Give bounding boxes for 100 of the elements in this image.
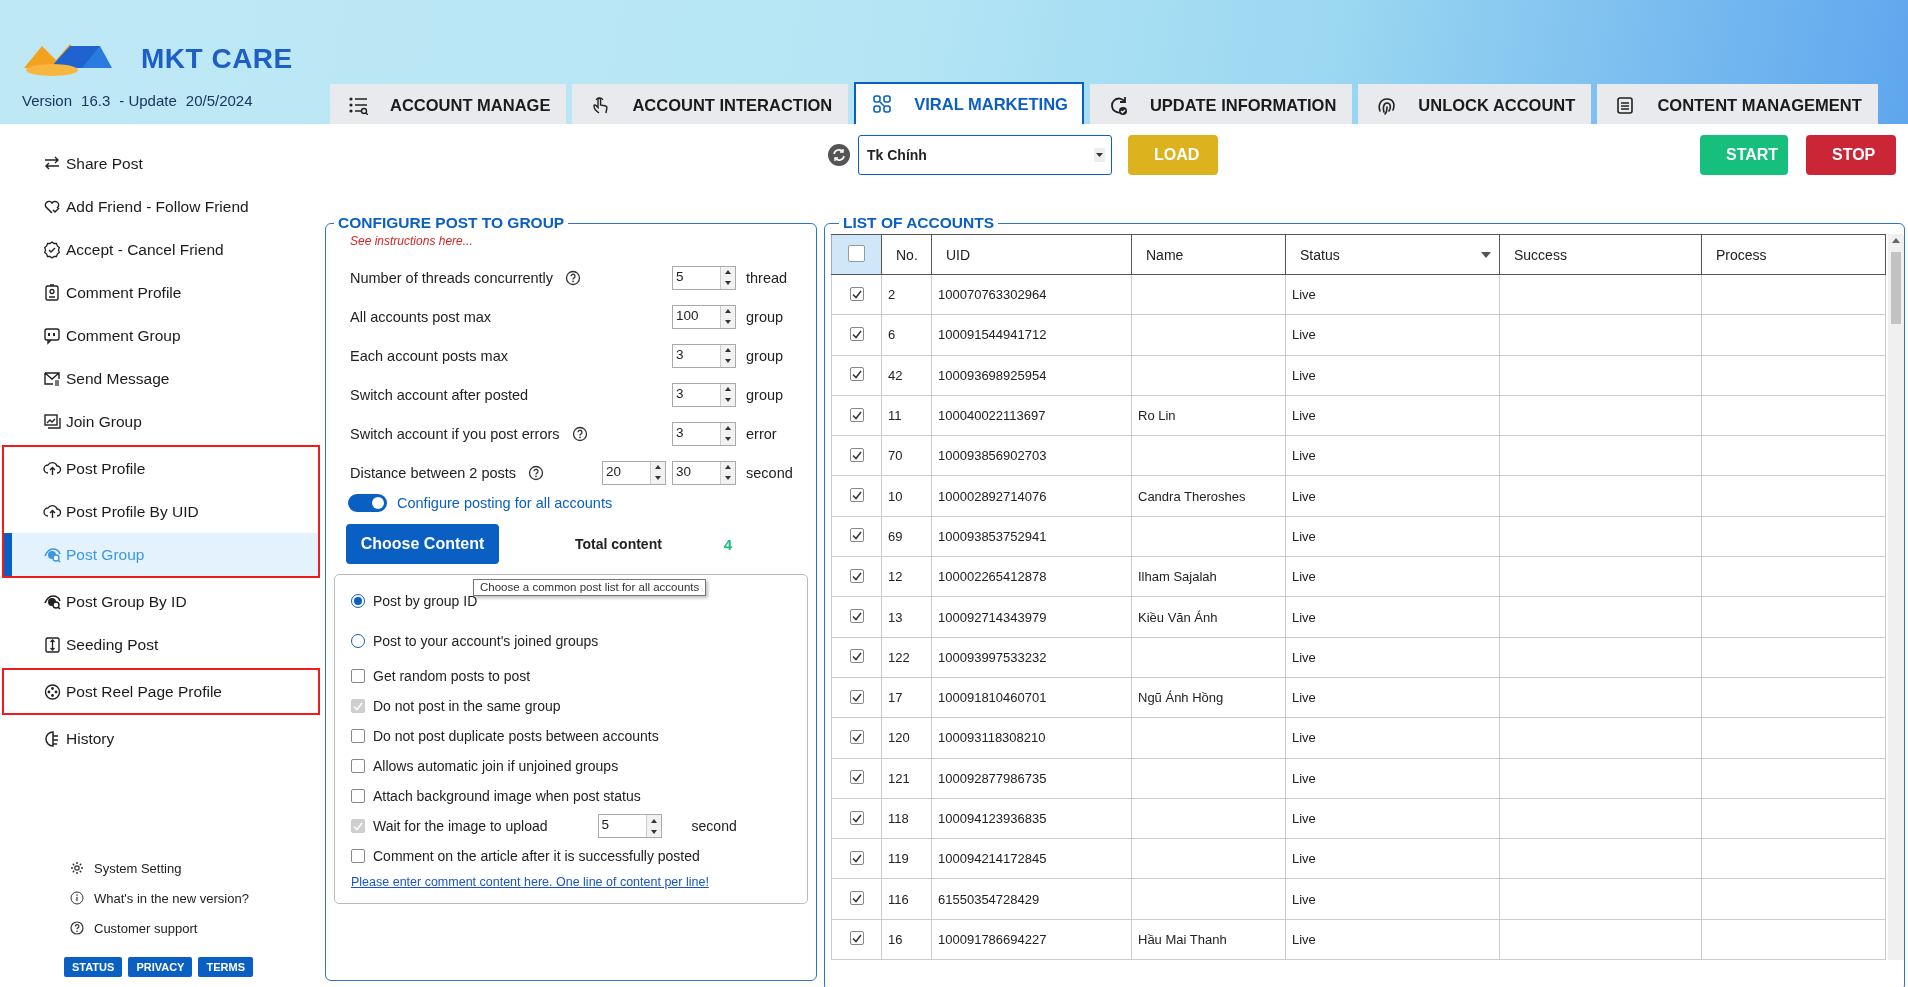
sidebar-item[interactable]: Share Post bbox=[4, 142, 318, 185]
toggle-switch[interactable] bbox=[348, 494, 387, 512]
number-field[interactable]: 3 bbox=[672, 421, 736, 446]
checkbox[interactable] bbox=[351, 789, 365, 803]
column-header[interactable]: No. bbox=[881, 234, 932, 275]
checkbox[interactable] bbox=[849, 367, 864, 382]
version-number: 16.3 bbox=[81, 92, 111, 109]
number-field[interactable]: 3 bbox=[672, 382, 736, 407]
sidebar-item[interactable]: Post Reel Page Profile bbox=[4, 670, 318, 713]
checkbox[interactable] bbox=[849, 447, 864, 462]
setting-label: Each account posts max bbox=[350, 347, 508, 364]
checkbox[interactable] bbox=[849, 649, 864, 664]
column-header[interactable]: Status bbox=[1285, 234, 1500, 275]
menu-icon bbox=[43, 411, 62, 432]
refresh-icon[interactable] bbox=[828, 144, 850, 166]
number-field[interactable]: 3 bbox=[672, 343, 736, 368]
checkbox[interactable] bbox=[849, 528, 864, 543]
checkbox[interactable] bbox=[848, 244, 865, 262]
checkbox[interactable] bbox=[849, 850, 864, 865]
table-cell: Live bbox=[1285, 516, 1500, 557]
column-header[interactable]: Success bbox=[1499, 234, 1702, 275]
sidebar-item[interactable]: Comment Profile bbox=[4, 271, 318, 314]
unit-label: group bbox=[745, 386, 785, 403]
number-field[interactable]: 20 bbox=[602, 460, 666, 485]
sidebar-item[interactable]: Post Group By ID bbox=[4, 580, 318, 623]
check-icon bbox=[850, 489, 863, 502]
tab[interactable]: CONTENT MANAGEMENT bbox=[1597, 84, 1878, 124]
number-field[interactable]: 5 bbox=[672, 265, 736, 290]
account-group-dropdown[interactable]: Tk Chính bbox=[858, 135, 1112, 175]
stop-button[interactable]: STOP bbox=[1806, 135, 1896, 175]
settings-icon bbox=[70, 861, 84, 875]
sidebar-item[interactable]: History bbox=[4, 717, 318, 760]
footer-link[interactable]: System Setting bbox=[0, 853, 322, 883]
option-label: Attach background image when post status bbox=[373, 788, 641, 804]
checkbox[interactable] bbox=[849, 770, 864, 785]
table-cell: 13 bbox=[881, 596, 932, 638]
footer-button[interactable]: STATUS bbox=[64, 957, 123, 977]
table-cell: 100093997533232 bbox=[931, 637, 1132, 678]
check-icon bbox=[352, 700, 364, 712]
check-icon bbox=[850, 610, 863, 622]
update-label: - Update bbox=[119, 92, 177, 109]
checkbox[interactable] bbox=[849, 891, 864, 906]
tab[interactable]: VIRAL MARKETING bbox=[854, 82, 1084, 124]
sidebar-item[interactable]: Seeding Post bbox=[4, 623, 318, 666]
table-cell: Ngũ Ánh Hồng bbox=[1131, 677, 1286, 718]
checkbox[interactable] bbox=[849, 568, 864, 583]
sidebar-item[interactable]: Post Profile By UID bbox=[4, 490, 318, 533]
footer-button[interactable]: PRIVACY bbox=[128, 957, 193, 977]
sidebar-item[interactable]: Send Message bbox=[4, 357, 318, 400]
tab[interactable]: UPDATE INFORMATION bbox=[1089, 84, 1353, 124]
sidebar-item[interactable]: Add Friend - Follow Friend bbox=[4, 185, 318, 228]
table-cell: Live bbox=[1285, 476, 1500, 517]
table-cell: Live bbox=[1285, 355, 1500, 396]
footer-link[interactable]: What's in the new version? bbox=[0, 883, 322, 913]
tab[interactable]: UNLOCK ACCOUNT bbox=[1358, 84, 1592, 124]
tooltip: Choose a common post list for all accounts bbox=[473, 579, 707, 596]
checkbox[interactable] bbox=[849, 286, 864, 301]
sidebar-item[interactable]: Post Profile bbox=[4, 447, 318, 490]
option-label: Do not post in the same group bbox=[373, 698, 561, 714]
tab[interactable]: ACCOUNT INTERACTION bbox=[572, 84, 849, 124]
column-header[interactable]: Process bbox=[1701, 234, 1886, 275]
number-field[interactable]: 100 bbox=[672, 304, 736, 329]
option-label: Comment on the article after it is successfully posted bbox=[373, 848, 700, 864]
checkbox[interactable] bbox=[849, 488, 864, 503]
table-cell: 10 bbox=[881, 476, 932, 517]
sidebar-item[interactable]: Comment Group bbox=[4, 314, 318, 357]
checkbox[interactable] bbox=[351, 729, 365, 743]
checkbox[interactable] bbox=[351, 849, 365, 863]
table-cell: 16 bbox=[881, 919, 932, 960]
scrollbar[interactable] bbox=[1888, 234, 1904, 961]
option-label: Get random posts to post bbox=[373, 668, 531, 684]
scrollbar-thumb[interactable] bbox=[1891, 252, 1901, 324]
unit-label: second bbox=[691, 818, 737, 834]
checkbox[interactable] bbox=[849, 609, 864, 623]
instructions-link[interactable]: See instructions here... bbox=[326, 232, 816, 258]
sidebar-item[interactable]: Accept - Cancel Friend bbox=[4, 228, 318, 271]
checkbox[interactable] bbox=[351, 669, 365, 683]
checkbox[interactable] bbox=[849, 326, 864, 341]
checkbox[interactable] bbox=[849, 810, 864, 825]
checkbox[interactable] bbox=[351, 759, 365, 773]
unit-label: second bbox=[745, 464, 794, 481]
column-header[interactable]: Name bbox=[1131, 234, 1286, 275]
table-cell: Live bbox=[1285, 919, 1500, 960]
number-field[interactable]: 30 bbox=[672, 460, 736, 485]
checkbox[interactable] bbox=[849, 729, 864, 744]
check-icon bbox=[850, 892, 863, 905]
check-icon bbox=[850, 529, 863, 542]
comment-content-link[interactable]: Please enter comment content here. One line of content per line! bbox=[335, 871, 807, 895]
checkbox[interactable] bbox=[849, 407, 864, 422]
choose-content-button[interactable]: Choose Content bbox=[346, 524, 499, 564]
checkbox[interactable] bbox=[849, 689, 864, 704]
table-cell: 12 bbox=[881, 556, 932, 597]
sidebar-item[interactable]: Join Group bbox=[4, 400, 318, 443]
footer-link[interactable]: Customer support bbox=[0, 913, 322, 943]
footer-button[interactable]: TERMS bbox=[198, 957, 253, 977]
tab[interactable]: ACCOUNT MANAGE bbox=[330, 84, 567, 124]
table-cell: Candra Theroshes bbox=[1131, 476, 1286, 517]
tab-icon bbox=[348, 95, 368, 115]
checkbox[interactable] bbox=[849, 931, 864, 946]
column-header[interactable]: UID bbox=[931, 234, 1132, 275]
